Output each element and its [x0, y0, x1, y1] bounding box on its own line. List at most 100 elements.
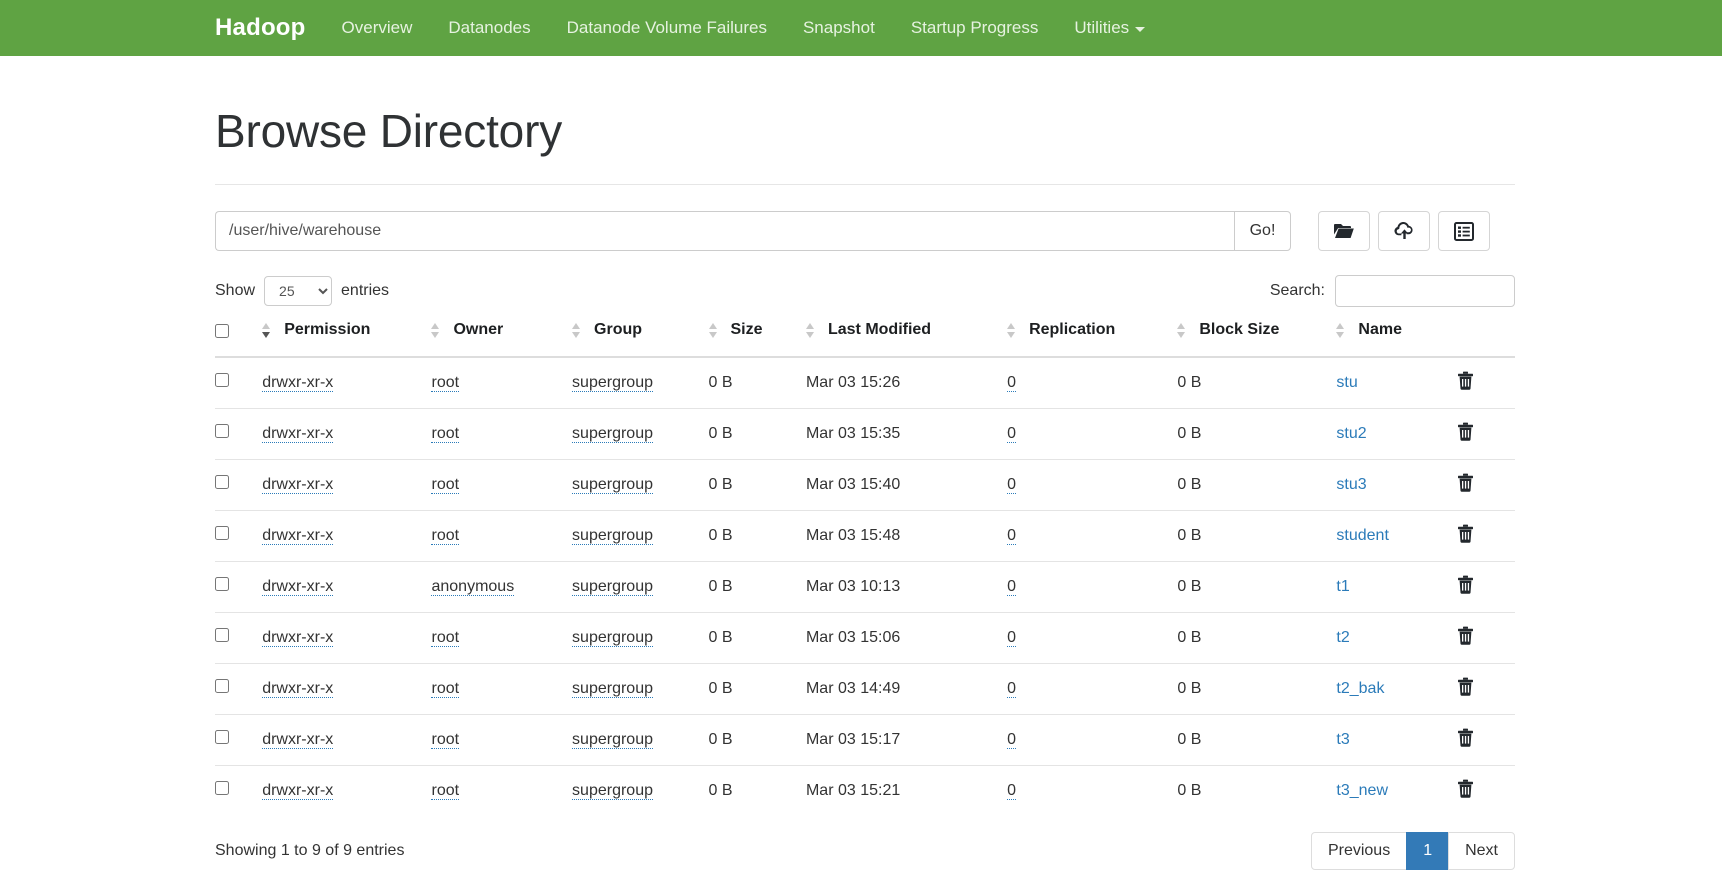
replication-value[interactable]: 0: [1007, 373, 1016, 392]
row-select-checkbox[interactable]: [215, 526, 229, 540]
permission-value[interactable]: drwxr-xr-x: [262, 679, 334, 698]
permission-value[interactable]: drwxr-xr-x: [262, 424, 334, 443]
delete-row-button[interactable]: [1457, 779, 1474, 801]
owner-value[interactable]: root: [431, 730, 460, 749]
sort-icon[interactable]: [805, 322, 818, 338]
file-name-link[interactable]: student: [1336, 527, 1388, 544]
row-select-checkbox[interactable]: [215, 475, 229, 489]
column-header-size[interactable]: Size: [708, 321, 806, 358]
create-directory-button[interactable]: [1318, 211, 1370, 251]
delete-row-button[interactable]: [1457, 626, 1474, 648]
replication-value[interactable]: 0: [1007, 628, 1016, 647]
row-select-checkbox[interactable]: [215, 373, 229, 387]
cell-name: t2: [1336, 611, 1458, 663]
permission-value[interactable]: drwxr-xr-x: [262, 781, 334, 800]
column-header-owner[interactable]: Owner: [431, 321, 573, 358]
delete-row-button[interactable]: [1457, 371, 1474, 393]
file-name-link[interactable]: stu: [1336, 374, 1357, 391]
cut-high-availability-button[interactable]: [1438, 211, 1490, 251]
replication-value[interactable]: 0: [1007, 526, 1016, 545]
nav-item-utilities[interactable]: Utilities: [1074, 18, 1146, 38]
group-value[interactable]: supergroup: [572, 526, 653, 545]
sort-icon[interactable]: [708, 322, 721, 338]
sort-icon[interactable]: [1007, 322, 1019, 338]
file-name-link[interactable]: t3_new: [1336, 782, 1388, 799]
sort-desc-icon[interactable]: [262, 322, 274, 338]
delete-row-button[interactable]: [1457, 473, 1474, 495]
owner-value[interactable]: root: [431, 373, 460, 392]
row-select-checkbox[interactable]: [215, 781, 229, 795]
group-value[interactable]: supergroup: [572, 679, 653, 698]
cell-last-modified: Mar 03 15:35: [805, 407, 1008, 459]
owner-value[interactable]: root: [431, 526, 460, 545]
row-select-cell: [215, 662, 263, 714]
delete-row-button[interactable]: [1457, 728, 1474, 750]
group-value[interactable]: supergroup: [572, 781, 653, 800]
search-input[interactable]: [1335, 275, 1515, 307]
pagination-next-button[interactable]: Next: [1448, 831, 1515, 870]
replication-value[interactable]: 0: [1007, 424, 1016, 443]
select-all-checkbox[interactable]: [215, 323, 229, 338]
group-value[interactable]: supergroup: [572, 628, 653, 647]
permission-value[interactable]: drwxr-xr-x: [262, 628, 334, 647]
permission-value[interactable]: drwxr-xr-x: [262, 526, 334, 545]
sort-icon[interactable]: [572, 322, 584, 338]
column-header-last-modified[interactable]: Last Modified: [805, 321, 1008, 358]
file-name-link[interactable]: stu3: [1336, 476, 1366, 493]
pagination-page-1-button[interactable]: 1: [1406, 831, 1450, 870]
replication-value[interactable]: 0: [1007, 679, 1016, 698]
sort-icon[interactable]: [1177, 322, 1189, 338]
permission-value[interactable]: drwxr-xr-x: [262, 373, 334, 392]
permission-value[interactable]: drwxr-xr-x: [262, 577, 334, 596]
owner-value[interactable]: root: [431, 475, 460, 494]
owner-value[interactable]: root: [431, 424, 460, 443]
page-length-select[interactable]: 25 50 100: [264, 276, 333, 306]
delete-row-button[interactable]: [1457, 422, 1474, 444]
file-name-link[interactable]: t1: [1336, 578, 1349, 595]
hadoop-brand-link[interactable]: Hadoop: [215, 14, 306, 42]
column-header-group[interactable]: Group: [572, 321, 709, 358]
nav-item-startup-progress[interactable]: Startup Progress: [911, 18, 1039, 38]
row-select-checkbox[interactable]: [215, 679, 229, 693]
replication-value[interactable]: 0: [1007, 730, 1016, 749]
file-name-link[interactable]: t3: [1336, 731, 1349, 748]
group-value[interactable]: supergroup: [572, 730, 653, 749]
nav-item-datanode-volume-failures[interactable]: Datanode Volume Failures: [567, 18, 767, 38]
owner-value[interactable]: root: [431, 679, 460, 698]
row-select-checkbox[interactable]: [215, 730, 229, 744]
upload-files-button[interactable]: [1378, 211, 1430, 251]
sort-icon[interactable]: [431, 322, 443, 338]
pagination-previous-button[interactable]: Previous: [1310, 831, 1408, 870]
nav-item-datanodes[interactable]: Datanodes: [448, 18, 530, 38]
file-name-link[interactable]: t2: [1336, 629, 1349, 646]
column-header-permission[interactable]: Permission: [262, 321, 432, 358]
replication-value[interactable]: 0: [1007, 475, 1016, 494]
path-input[interactable]: [215, 211, 1234, 251]
nav-item-snapshot[interactable]: Snapshot: [803, 18, 875, 38]
column-header-name[interactable]: Name: [1336, 321, 1458, 358]
file-name-link[interactable]: stu2: [1336, 425, 1366, 442]
row-select-checkbox[interactable]: [215, 424, 229, 438]
group-value[interactable]: supergroup: [572, 475, 653, 494]
replication-value[interactable]: 0: [1007, 577, 1016, 596]
delete-row-button[interactable]: [1457, 677, 1474, 699]
sort-icon[interactable]: [1336, 322, 1348, 338]
nav-item-overview[interactable]: Overview: [342, 18, 413, 38]
delete-row-button[interactable]: [1457, 575, 1474, 597]
file-name-link[interactable]: t2_bak: [1336, 680, 1384, 697]
delete-row-button[interactable]: [1457, 524, 1474, 546]
replication-value[interactable]: 0: [1007, 781, 1016, 800]
column-header-replication[interactable]: Replication: [1007, 321, 1178, 358]
permission-value[interactable]: drwxr-xr-x: [262, 475, 334, 494]
row-select-checkbox[interactable]: [215, 577, 229, 591]
permission-value[interactable]: drwxr-xr-x: [262, 730, 334, 749]
group-value[interactable]: supergroup: [572, 577, 653, 596]
row-select-checkbox[interactable]: [215, 628, 229, 642]
owner-value[interactable]: root: [431, 628, 460, 647]
owner-value[interactable]: anonymous: [431, 577, 515, 596]
group-value[interactable]: supergroup: [572, 373, 653, 392]
group-value[interactable]: supergroup: [572, 424, 653, 443]
owner-value[interactable]: root: [431, 781, 460, 800]
column-header-block-size[interactable]: Block Size: [1177, 321, 1337, 358]
go-button[interactable]: Go!: [1234, 211, 1291, 251]
